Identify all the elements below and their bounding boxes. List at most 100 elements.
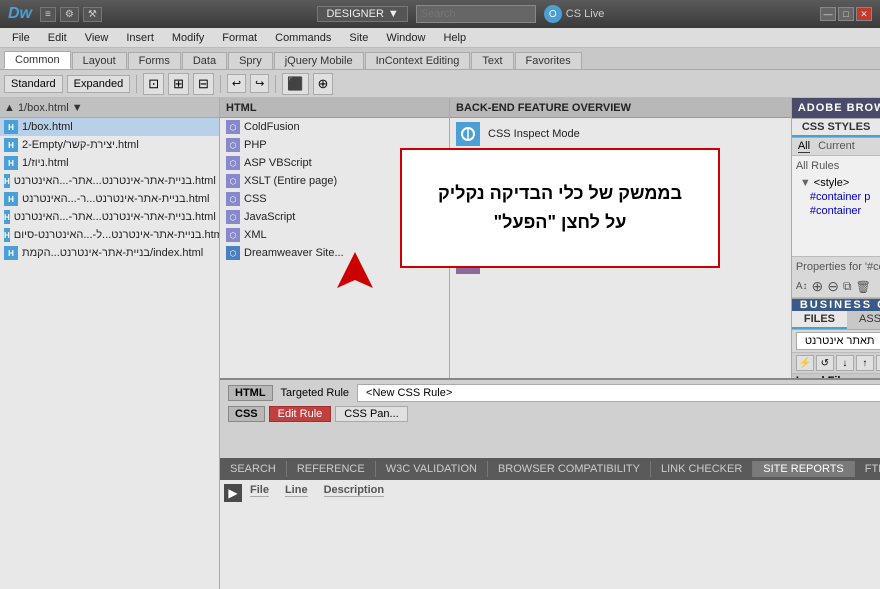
css-tag-btn[interactable]: CSS <box>228 406 265 422</box>
all-subtab[interactable]: All <box>798 140 810 153</box>
tab-browser[interactable]: BROWSER COMPATIBILITY <box>488 461 651 477</box>
tab-link[interactable]: LINK CHECKER <box>651 461 753 477</box>
refresh-btn[interactable]: ↺ <box>816 355 834 371</box>
rule-select[interactable]: <New CSS Rule> <box>357 384 880 402</box>
put-btn[interactable]: ↑ <box>856 355 874 371</box>
browserlab-section: ADOBE BROWSERLAB <box>792 98 880 119</box>
menu-window[interactable]: Window <box>378 30 433 46</box>
sb-css-inspect[interactable]: CSS Inspect Mode <box>450 118 791 150</box>
snippet-label: XML <box>244 229 267 241</box>
file-item-0[interactable]: H 1/box.html <box>0 118 219 136</box>
css-panel-btn[interactable]: CSS Pan... <box>335 406 407 422</box>
snippet-label: CSS <box>244 193 267 205</box>
standard-btn[interactable]: Standard <box>4 75 63 93</box>
business-catalyst-section: BUSINESS CATALYST <box>792 299 880 311</box>
menu-site[interactable]: Site <box>341 30 376 46</box>
checkin-btn[interactable]: ✓ <box>876 355 880 371</box>
assets-tab[interactable]: ASSETS <box>847 311 880 329</box>
tab-text[interactable]: Text <box>471 52 513 69</box>
css-rule-container[interactable]: #container <box>806 204 880 218</box>
minus-btn[interactable]: ⊖ <box>827 278 839 295</box>
menu-icon[interactable]: ≡ <box>40 7 56 22</box>
popup-overlay: בממשק של כלי הבדיקה נקליק על לחצן "הפעל" <box>400 148 720 268</box>
tab-jquery[interactable]: jQuery Mobile <box>274 52 364 69</box>
bottom-tabs-bar: SEARCH REFERENCE W3C VALIDATION BROWSER … <box>220 458 880 480</box>
files-actions: ⚡ ↺ ↓ ↑ ✓ ⤢ <box>792 353 880 374</box>
file-item-3[interactable]: H בניית-אתר-אינטרנט...אתר-...האינטרנט.ht… <box>0 172 219 190</box>
css-rule-name: <style> <box>814 177 849 189</box>
cs-live-area[interactable]: O CS Live <box>544 5 605 23</box>
tool-btn-4[interactable]: ↩ <box>227 74 246 93</box>
snippet-icon: ⬡ <box>226 228 240 242</box>
tool-btn-2[interactable]: ⊞ <box>168 73 189 95</box>
designer-badge[interactable]: DESIGNER ▼ <box>317 6 407 22</box>
search-input[interactable] <box>416 5 536 23</box>
tab-forms[interactable]: Forms <box>128 52 181 69</box>
snippet-icon: ⬡ <box>226 156 240 170</box>
menu-file[interactable]: File <box>4 30 38 46</box>
copy-btn[interactable]: ⧉ <box>843 279 852 294</box>
file-item-1[interactable]: H 2-Empty/יצירת-קשר.html <box>0 136 219 154</box>
menu-view[interactable]: View <box>77 30 117 46</box>
tab-spry[interactable]: Spry <box>228 52 273 69</box>
css-styles-tab[interactable]: CSS STYLES <box>792 119 880 137</box>
file-item-6[interactable]: H בניית-אתר-אינטרנט...ל-...האינטרנט-סיום… <box>0 226 219 244</box>
settings-icon[interactable]: ⚙ <box>60 7 79 22</box>
tab-site-reports[interactable]: SITE REPORTS <box>753 461 854 477</box>
maximize-button[interactable]: □ <box>838 7 854 21</box>
css-rule-style[interactable]: ▼ <style> <box>796 176 880 190</box>
minimize-button[interactable]: — <box>820 7 836 21</box>
tool-btn-7[interactable]: ⊕ <box>313 73 334 95</box>
menu-commands[interactable]: Commands <box>267 30 339 46</box>
trash-btn[interactable]: 🗑 <box>856 280 871 294</box>
plus-btn[interactable]: ⊕ <box>812 278 824 295</box>
css-rules-area: All Rules ▼ <style> #container p #co <box>792 156 880 256</box>
tab-w3c[interactable]: W3C VALIDATION <box>376 461 488 477</box>
tab-favorites[interactable]: Favorites <box>515 52 582 69</box>
files-assets-tabs: FILES ASSETS <box>792 311 880 330</box>
tab-data[interactable]: Data <box>182 52 227 69</box>
menu-edit[interactable]: Edit <box>40 30 75 46</box>
css-rule-container-p[interactable]: #container p <box>806 190 880 204</box>
css-styles-section: CSS STYLES AP ELEMENTS All Current All R… <box>792 119 880 299</box>
right-panel: ADOBE BROWSERLAB CSS STYLES AP ELEMENTS … <box>791 98 880 378</box>
menu-help[interactable]: Help <box>435 30 474 46</box>
tab-incontext[interactable]: InContext Editing <box>365 52 471 69</box>
current-subtab[interactable]: Current <box>818 140 855 153</box>
file-icon-7: H <box>4 246 18 260</box>
snippets-header: HTML <box>220 98 449 118</box>
tab-search[interactable]: SEARCH <box>220 461 287 477</box>
app-container: Dw ≡ ⚙ ⚒ DESIGNER ▼ O CS Live — □ ✕ File… <box>0 0 880 589</box>
file-item-5[interactable]: H בניית-אתר-אינטרנט...אתר-...האינטרנט.ht… <box>0 208 219 226</box>
tab-reference[interactable]: REFERENCE <box>287 461 376 477</box>
tab-common[interactable]: Common <box>4 51 71 69</box>
left-panel-scroll-indicator: ▲ 1/box.html ▼ <box>4 102 83 114</box>
title-center: DESIGNER ▼ O CS Live <box>110 5 812 23</box>
file-item-2[interactable]: H 1/ניוז.html <box>0 154 219 172</box>
run-button[interactable]: ▶ <box>224 484 242 502</box>
html-tag-btn[interactable]: HTML <box>228 385 273 401</box>
tools-icon[interactable]: ⚒ <box>83 7 102 22</box>
expanded-btn[interactable]: Expanded <box>67 75 131 93</box>
close-button[interactable]: ✕ <box>856 7 872 21</box>
files-tab[interactable]: FILES <box>792 311 847 329</box>
connect-btn[interactable]: ⚡ <box>796 355 814 371</box>
tool-btn-5[interactable]: ↪ <box>250 74 269 93</box>
tool-btn-1[interactable]: ⊡ <box>143 73 164 95</box>
edit-rule-btn[interactable]: Edit Rule <box>269 406 332 422</box>
tab-layout[interactable]: Layout <box>72 52 127 69</box>
site-dropdown[interactable]: תאתר אינטרנט <box>796 332 880 350</box>
snippet-label: Dreamweaver Site... <box>244 247 344 259</box>
menu-insert[interactable]: Insert <box>118 30 162 46</box>
tab-ftp[interactable]: FTP LOG <box>855 461 880 477</box>
menu-format[interactable]: Format <box>214 30 265 46</box>
tool-btn-6[interactable]: ⬛ <box>282 73 308 95</box>
menu-modify[interactable]: Modify <box>164 30 212 46</box>
files-toolbar: תאתר אינטרנט Local view <box>792 330 880 353</box>
tool-btn-3[interactable]: ⊟ <box>193 73 214 95</box>
file-item-7[interactable]: H בניית-אתר-אינטרנט...הקמת/index.html <box>0 244 219 262</box>
snippet-coldfusion[interactable]: ⬡ ColdFusion <box>220 118 449 136</box>
get-btn[interactable]: ↓ <box>836 355 854 371</box>
file-item-4[interactable]: H בניית-אתר-אינטרנט...ר-...האינטרנט.html <box>0 190 219 208</box>
css-properties-toolbar: A↕ ⊕ ⊖ ⧉ 🗑 <box>792 276 880 298</box>
